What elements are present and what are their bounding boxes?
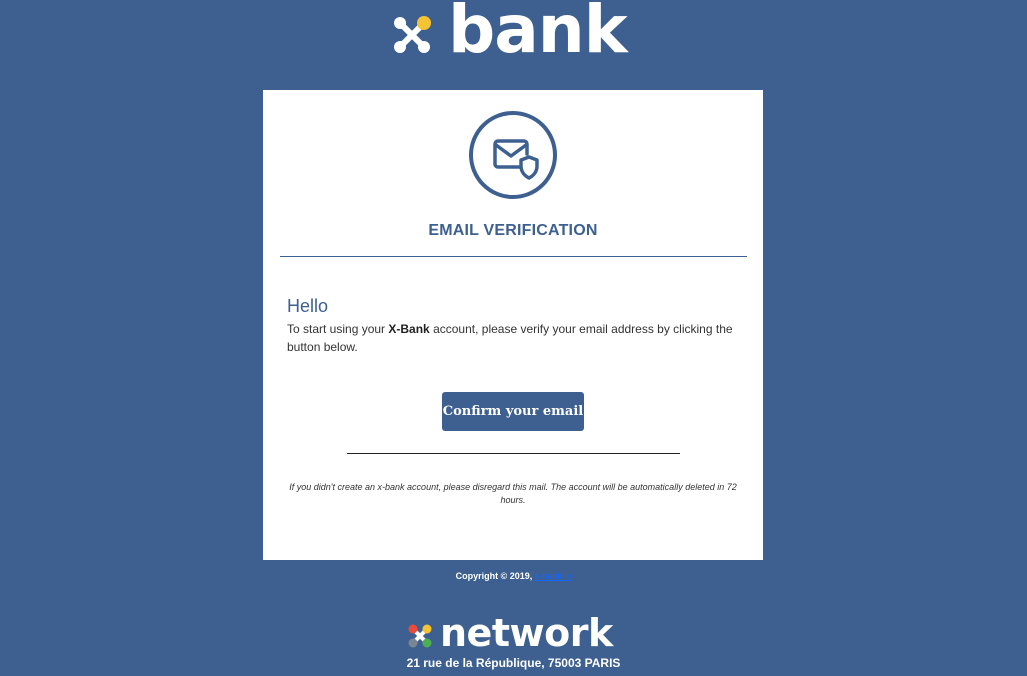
network-logo: network: [406, 611, 613, 658]
xbank-logo: bank: [388, 0, 628, 68]
copyright-line: Copyright © 2019, x-bank.io: [0, 571, 1027, 581]
network-logo-icon: [408, 624, 432, 648]
disclaimer-text: If you didn't create an x-bank account, …: [289, 482, 737, 505]
greeting-heading: Hello: [287, 296, 329, 316]
email-card: EMAIL VERIFICATION Hello To start using …: [263, 90, 763, 560]
xbank-logo-icon: [394, 16, 431, 53]
verification-message: To start using your X-Bank account, plea…: [287, 320, 743, 356]
copyright-text: Copyright © 2019,: [455, 571, 535, 581]
message-text-start: To start using your: [287, 322, 389, 336]
email-verification-title: EMAIL VERIFICATION: [428, 222, 598, 239]
brand-name: bank: [448, 0, 628, 68]
content-divider: [347, 453, 680, 454]
network-name: network: [440, 611, 613, 655]
email-shield-icon: [469, 111, 557, 199]
confirm-email-button[interactable]: Confirm your email: [442, 392, 584, 431]
postal-address: 21 rue de la République, 75003 PARIS: [406, 656, 621, 670]
message-brand-name: X-Bank: [388, 322, 430, 336]
title-divider: [280, 256, 747, 257]
xbank-site-link[interactable]: x-bank.io: [535, 571, 572, 581]
